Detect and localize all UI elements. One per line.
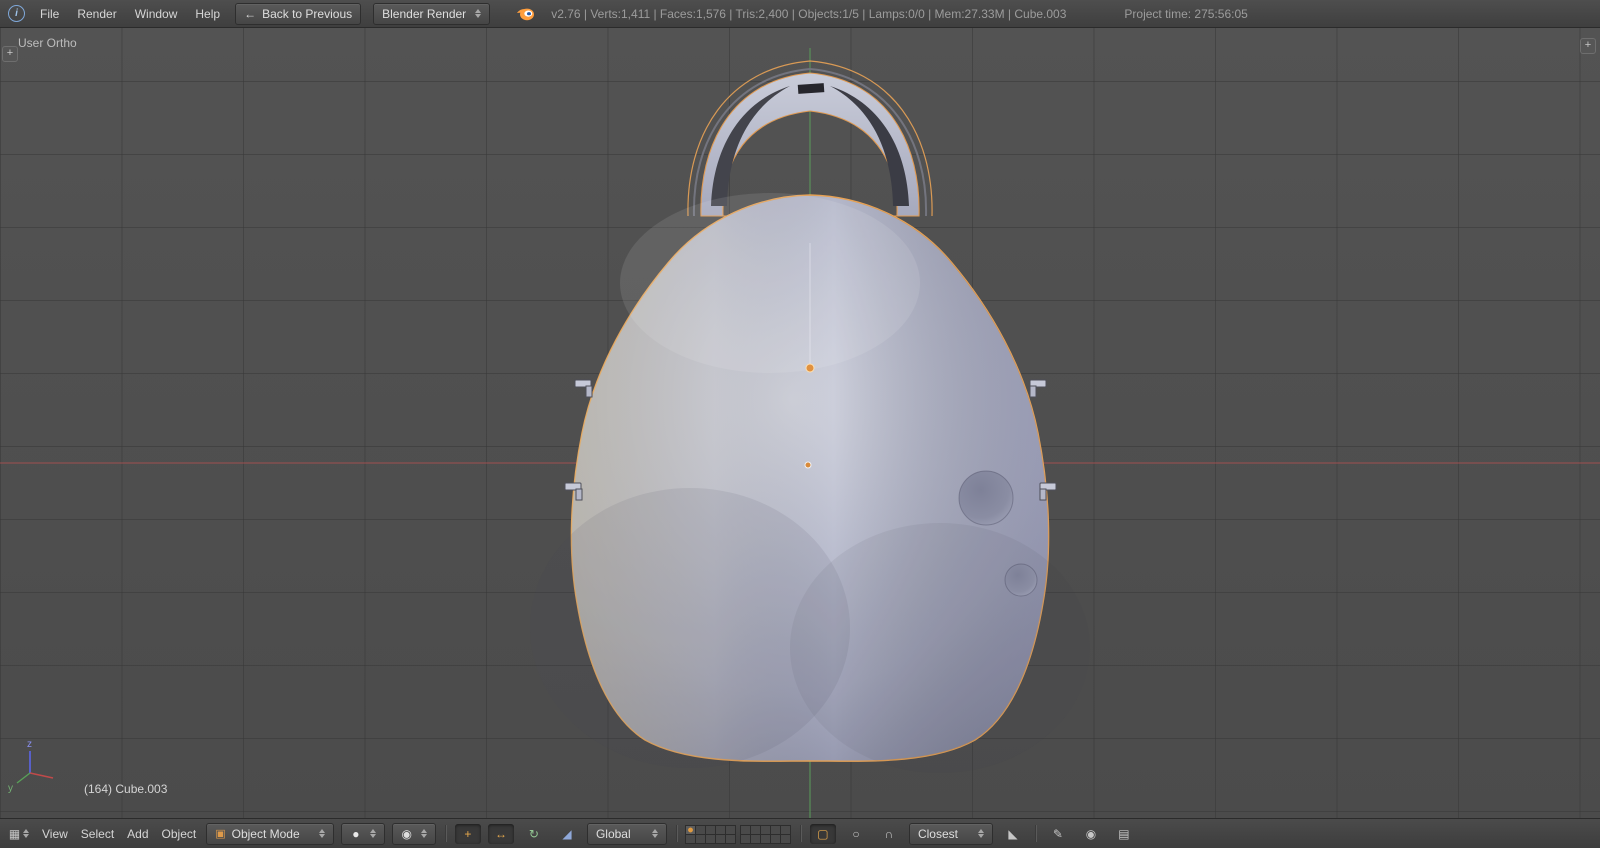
pivot-point-icon: ◉	[401, 827, 411, 841]
opengl-render-image-button[interactable]: ◉	[1078, 824, 1104, 844]
menu-object[interactable]: Object	[159, 827, 200, 841]
chevron-updown-icon	[978, 829, 984, 838]
viewport-3d[interactable]: z y User Ortho (164) Cube.003 + +	[0, 28, 1600, 818]
view-orientation-label: User Ortho	[18, 36, 77, 50]
viewport-header-bar: ▦ View Select Add Object ▣ Object Mode ●…	[0, 818, 1600, 848]
transform-orientation-dropdown[interactable]: Global	[587, 823, 667, 845]
layers-group-2[interactable]	[741, 825, 791, 843]
project-time: Project time: 275:56:05	[1124, 7, 1247, 21]
top-info-bar: i File Render Window Help ← Back to Prev…	[0, 0, 1600, 28]
menu-view[interactable]: View	[39, 827, 71, 841]
grease-pencil-button[interactable]: ✎	[1045, 824, 1071, 844]
translate-manipulator-button[interactable]: ↔	[488, 824, 514, 844]
properties-expand-button[interactable]: +	[1580, 38, 1596, 54]
back-to-previous-button[interactable]: ← Back to Previous	[235, 3, 361, 25]
menu-window[interactable]: Window	[132, 7, 181, 21]
layer-cell[interactable]	[725, 834, 736, 844]
back-arrow-icon: ←	[244, 7, 256, 21]
back-to-previous-label: Back to Previous	[262, 7, 352, 21]
scale-manipulator-button[interactable]: ◢	[554, 824, 580, 844]
chevron-updown-icon	[23, 829, 29, 838]
mini-axis-gizmo: z y	[8, 739, 53, 794]
info-editor-icon[interactable]: i	[8, 5, 25, 22]
render-preview-lock-button[interactable]: ▢	[810, 824, 836, 844]
opengl-render-anim-button[interactable]: ▤	[1111, 824, 1137, 844]
blender-window: { "icons": { "info": "i", "back_arrow": …	[0, 0, 1600, 847]
snap-target-dropdown[interactable]: Closest	[909, 823, 993, 845]
separator	[445, 825, 446, 842]
editor-type-button[interactable]: ▦	[6, 824, 32, 844]
mode-dropdown[interactable]: ▣ Object Mode	[206, 823, 334, 845]
separator	[1035, 825, 1036, 842]
menu-render[interactable]: Render	[74, 7, 119, 21]
layers-widget[interactable]	[686, 825, 791, 843]
pivot-point-dropdown[interactable]: ◉	[392, 823, 435, 845]
snap-target-value: Closest	[918, 827, 958, 841]
chevron-updown-icon	[319, 829, 325, 838]
snap-magnet-button[interactable]: ∩	[876, 824, 902, 844]
blender-logo-icon	[516, 6, 535, 22]
toolshelf-expand-button[interactable]: +	[2, 46, 18, 62]
menu-help[interactable]: Help	[192, 7, 223, 21]
viewport-scene: z y	[0, 28, 1600, 818]
render-engine-dropdown[interactable]: Blender Render	[373, 3, 490, 25]
scene-statistics: v2.76 | Verts:1,411 | Faces:1,576 | Tris…	[551, 7, 1066, 21]
menu-file[interactable]: File	[37, 7, 62, 21]
gizmo-y-label: y	[8, 783, 13, 794]
object-mode-cube-icon: ▣	[215, 827, 225, 840]
viewport-shading-dropdown[interactable]: ●	[341, 823, 385, 845]
separator	[800, 825, 801, 842]
orientation-value: Global	[596, 827, 631, 841]
render-engine-value: Blender Render	[382, 7, 466, 21]
gizmo-z-label: z	[27, 739, 32, 750]
chevron-updown-icon	[652, 829, 658, 838]
mode-dropdown-value: Object Mode	[232, 827, 300, 841]
separator	[676, 825, 677, 842]
menu-select[interactable]: Select	[78, 827, 117, 841]
snap-element-button[interactable]: ◣	[1000, 824, 1026, 844]
proportional-edit-button[interactable]: ○	[843, 824, 869, 844]
active-object-label: (164) Cube.003	[84, 782, 167, 796]
chevron-updown-icon	[475, 9, 481, 18]
pivot-dot	[805, 462, 811, 468]
chevron-updown-icon	[421, 829, 427, 838]
object-origin-dot	[806, 364, 814, 372]
layers-group-1[interactable]	[686, 825, 736, 843]
chevron-updown-icon	[370, 829, 376, 838]
shading-sphere-icon: ●	[350, 824, 361, 844]
rotate-manipulator-button[interactable]: ↻	[521, 824, 547, 844]
editor-3d-view-icon: ▦	[9, 827, 20, 841]
menu-add[interactable]: Add	[124, 827, 151, 841]
manipulator-toggle-button[interactable]: +	[455, 824, 481, 844]
layer-cell[interactable]	[780, 834, 791, 844]
